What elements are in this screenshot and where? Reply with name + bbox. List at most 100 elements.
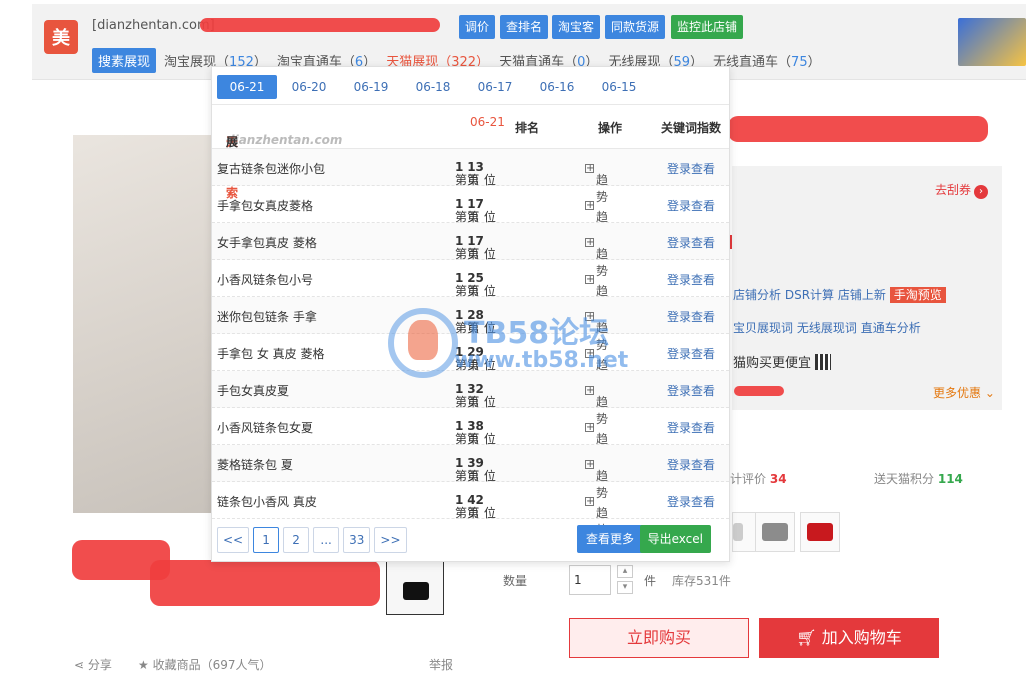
ztc-analysis-link[interactable]: 直通车分析 [861, 321, 921, 335]
trend-link[interactable]: +趋势 [585, 456, 608, 500]
keyword-text: 女手拿包真皮 菱格 [217, 236, 317, 250]
login-view-link[interactable]: 登录查看 [667, 160, 715, 177]
pagination: << 1 2 ... 33 >> [217, 527, 411, 553]
rank-text: 第 1 页 第 29 位 [455, 345, 496, 372]
export-excel-button[interactable]: 导出excel [639, 525, 711, 553]
keyword-text: 复古链条包迷你小包 [217, 162, 326, 176]
login-view-link[interactable]: 登录查看 [667, 382, 715, 399]
check-rank-button[interactable]: 查排名 [500, 15, 549, 39]
page-last[interactable]: >> [374, 527, 407, 553]
keyword-text: 小香风链条包小号 [217, 273, 314, 287]
rank-text: 第 1 页 第 13 位 [455, 160, 496, 187]
promo-banner[interactable] [958, 18, 1026, 66]
add-cart-label: 加入购物车 [821, 628, 902, 647]
trend-link[interactable]: +趋势 [585, 160, 608, 204]
review-value: 34 [769, 472, 787, 486]
date-tab[interactable]: 06-19 [341, 75, 401, 99]
trend-link[interactable]: +趋势 [585, 419, 608, 463]
trend-link[interactable]: +趋势 [585, 197, 608, 241]
redaction-scribble [728, 116, 988, 142]
date-tab[interactable]: 06-17 [465, 75, 525, 99]
trend-link[interactable]: +趋势 [585, 493, 608, 537]
popularity-count: （697人气） [200, 658, 272, 672]
date-tabs: 06-21 06-20 06-19 06-18 06-17 06-16 06-1… [212, 67, 729, 105]
buy-now-button[interactable]: 立即购买 [569, 618, 749, 658]
view-more-button[interactable]: 查看更多 [576, 525, 643, 553]
login-view-link[interactable]: 登录查看 [667, 456, 715, 473]
points-label: 送天猫积分 [874, 472, 935, 486]
coupon-link[interactable]: 去刮券 › [935, 181, 989, 199]
shop-new-link[interactable]: 店铺上新 [838, 288, 886, 302]
report-link[interactable]: 举报 [429, 656, 453, 673]
adjust-price-button[interactable]: 调价 [459, 15, 496, 39]
page-button[interactable]: 2 [283, 527, 310, 553]
mobile-preview-button[interactable]: 手淘预览 [889, 287, 946, 303]
trend-link[interactable]: +趋势 [585, 308, 608, 352]
login-view-link[interactable]: 登录查看 [667, 419, 715, 436]
product-thumbnail[interactable] [386, 557, 444, 615]
quantity-decrease[interactable]: ▾ [617, 581, 633, 594]
table-row: 迷你包包链条 手拿 第 1 页 第 28 位 + 趋势 登录查看 [212, 297, 729, 352]
tab-count: 75 [791, 55, 808, 70]
date-tab[interactable]: 06-20 [279, 75, 339, 99]
logo-char: 美 [52, 28, 70, 49]
quantity-increase[interactable]: ▴ [617, 565, 633, 578]
shop-analysis-link[interactable]: 店铺分析 [733, 288, 781, 302]
same-source-button[interactable]: 同款货源 [605, 15, 666, 39]
trend-link[interactable]: +趋势 [585, 345, 608, 389]
page-button[interactable]: 1 [253, 527, 280, 553]
tab-label: 淘宝展现 [164, 55, 217, 70]
date-tab[interactable]: 06-16 [527, 75, 587, 99]
date-tab[interactable]: 06-18 [403, 75, 463, 99]
page-button[interactable]: 33 [343, 527, 371, 553]
page-first[interactable]: << [217, 527, 250, 553]
table-row: 女手拿包真皮 菱格 第 1 页 第 17 位 + 趋势 登录查看 [212, 223, 729, 278]
login-view-link[interactable]: 登录查看 [667, 234, 715, 251]
more-offers-link[interactable]: 更多优惠 ⌄ [933, 384, 995, 401]
cheap-label: 猫购买更便宜 [733, 356, 812, 371]
login-view-link[interactable]: 登录查看 [667, 345, 715, 362]
login-view-link[interactable]: 登录查看 [667, 271, 715, 288]
plus-box-icon: + [585, 422, 595, 433]
item-exposure-link[interactable]: 宝贝展现词 [733, 321, 793, 335]
date-tab[interactable]: 06-21 [217, 75, 277, 99]
color-option[interactable] [755, 512, 795, 552]
trend-link[interactable]: +趋势 [585, 271, 608, 315]
review-count: 计评价 34 [730, 470, 787, 487]
qr-code-icon[interactable] [815, 354, 832, 370]
favorite-link[interactable]: ★ 收藏商品（697人气） [138, 656, 272, 673]
trend-link[interactable]: +趋势 [585, 382, 608, 426]
trend-link[interactable]: +趋势 [585, 234, 608, 278]
color-option[interactable] [800, 512, 840, 552]
page-ellipsis: ... [313, 527, 340, 553]
add-to-cart-button[interactable]: 🛒︎ 加入购物车 [759, 618, 939, 658]
date-tab[interactable]: 06-15 [589, 75, 649, 99]
login-view-link[interactable]: 登录查看 [667, 197, 715, 214]
login-view-link[interactable]: 登录查看 [667, 493, 715, 510]
plus-box-icon: + [585, 311, 595, 322]
keyword-text: 手包女真皮夏 [217, 384, 290, 398]
table-row: 手拿包女真皮菱格 第 1 页 第 17 位 +趋势 登录查看 [212, 186, 729, 241]
plugin-logo: 美 [44, 20, 78, 54]
dsr-calc-link[interactable]: DSR计算 [785, 288, 834, 302]
plus-box-icon: + [585, 237, 595, 248]
points-value: 114 [937, 472, 963, 486]
wireless-exposure-link[interactable]: 无线展现词 [797, 321, 857, 335]
plus-box-icon: + [585, 496, 595, 507]
monitor-shop-button[interactable]: 监控此店铺 [671, 15, 744, 39]
header-rank: 排名 [515, 121, 540, 135]
rank-text: 第 1 页 第 25 位 [455, 271, 496, 298]
taobaoke-button[interactable]: 淘宝客 [552, 15, 601, 39]
share-link[interactable]: ⋖ 分享 [74, 656, 112, 673]
site-domain[interactable]: [dianzhentan.com] [92, 18, 215, 33]
redaction-scribble [200, 18, 440, 32]
chevron-right-icon: › [974, 185, 989, 199]
quantity-input[interactable]: 1 [569, 565, 611, 595]
table-row: 手包女真皮夏 第 1 页 第 32 位 + 趋势 登录查看 [212, 371, 729, 426]
review-label: 计评价 [730, 472, 767, 486]
plus-box-icon: + [585, 274, 595, 285]
table-row: 小香风链条包小号 第 1 页 第 25 位 +趋势 登录查看 [212, 260, 729, 315]
login-view-link[interactable]: 登录查看 [667, 308, 715, 325]
keyword-ranking-panel: 06-21 06-20 06-19 06-18 06-17 06-16 06-1… [211, 66, 730, 562]
rank-pos-prefix: 第 [467, 506, 480, 520]
